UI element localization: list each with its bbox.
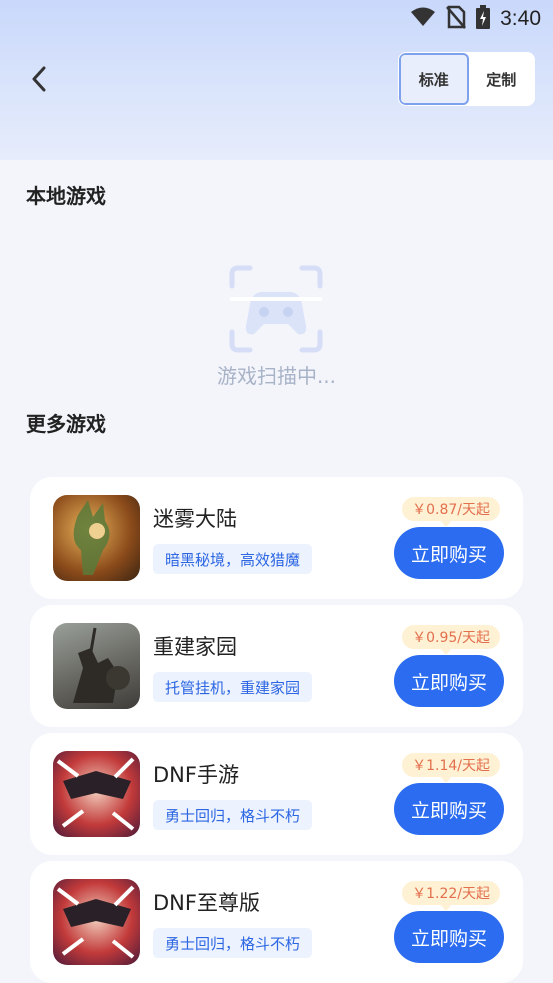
game-thumbnail (53, 495, 140, 581)
game-title: DNF至尊版 (153, 891, 260, 915)
status-time: 3:40 (500, 7, 541, 30)
price-badge: ￥0.95/天起 (402, 625, 500, 655)
game-tag: 勇士回归，格斗不朽 (153, 928, 313, 958)
game-tag: 勇士回归，格斗不朽 (153, 800, 313, 830)
scan-status-text: 游戏扫描中... (216, 364, 337, 388)
back-button[interactable] (22, 62, 56, 96)
game-card[interactable]: DNF手游 勇士回归，格斗不朽 ￥1.14/天起 立即购买 (30, 733, 523, 855)
mode-standard-tab[interactable]: 标准 (399, 53, 469, 105)
mode-switch: 标准 定制 (399, 53, 534, 105)
game-thumbnail (53, 879, 140, 965)
buy-now-button[interactable]: 立即购买 (394, 655, 504, 707)
local-games-title: 本地游戏 (26, 184, 106, 208)
price-badge: ￥1.14/天起 (402, 753, 500, 783)
buy-now-button[interactable]: 立即购买 (394, 527, 504, 579)
mode-custom-tab[interactable]: 定制 (469, 53, 535, 105)
game-card[interactable]: 迷雾大陆 暗黑秘境，高效猎魔 ￥0.87/天起 立即购买 (30, 477, 523, 599)
no-sim-icon (446, 5, 467, 33)
game-tag: 暗黑秘境，高效猎魔 (153, 544, 313, 574)
game-card[interactable]: 重建家园 托管挂机，重建家园 ￥0.95/天起 立即购买 (30, 605, 523, 727)
game-tag: 托管挂机，重建家园 (153, 672, 313, 702)
game-thumbnail (53, 623, 140, 709)
status-bar: 3:40 (0, 0, 553, 38)
game-title: 迷雾大陆 (153, 507, 237, 531)
gamepad-scan-icon (228, 264, 324, 354)
buy-now-button[interactable]: 立即购买 (394, 783, 504, 835)
game-title: 重建家园 (153, 635, 237, 659)
price-badge: ￥1.22/天起 (402, 881, 500, 911)
game-thumbnail (53, 751, 140, 837)
game-card[interactable]: DNF至尊版 勇士回归，格斗不朽 ￥1.22/天起 立即购买 (30, 861, 523, 983)
more-games-title: 更多游戏 (26, 412, 106, 436)
game-title: DNF手游 (153, 763, 239, 787)
battery-charging-icon (476, 5, 491, 33)
price-badge: ￥0.87/天起 (402, 497, 500, 527)
buy-now-button[interactable]: 立即购买 (394, 911, 504, 963)
chevron-left-icon (32, 66, 46, 92)
wifi-icon (410, 6, 436, 32)
